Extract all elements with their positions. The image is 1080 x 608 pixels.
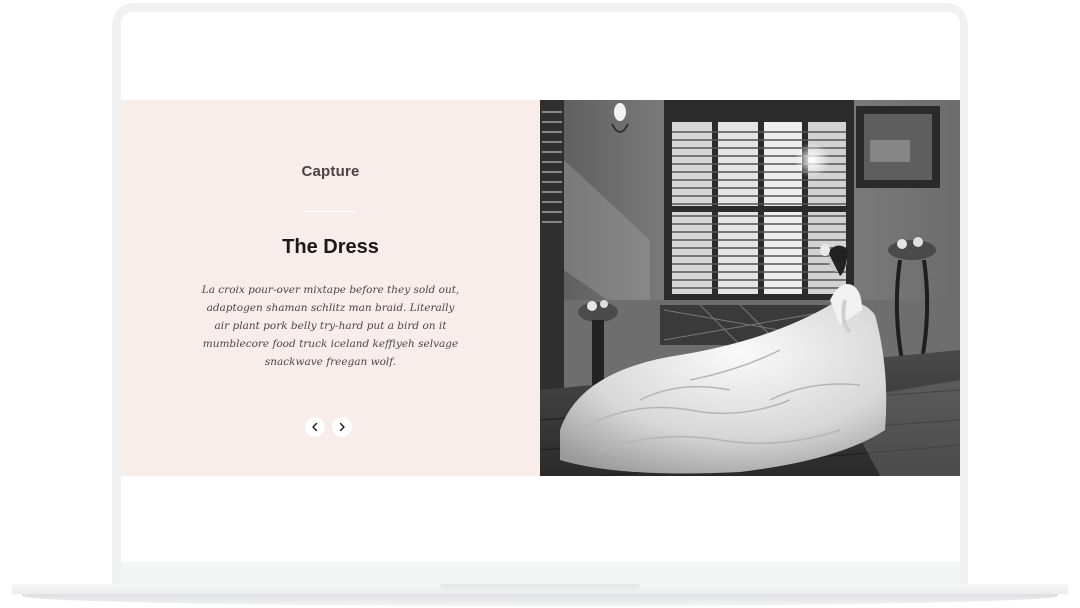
laptop-notch <box>440 584 640 591</box>
hero-body-text: La croix pour-over mixtape before they s… <box>201 284 460 368</box>
laptop-base-bottom <box>22 594 1058 606</box>
laptop-chin <box>121 562 960 585</box>
hero-divider <box>304 211 357 212</box>
hero-photo-bride <box>540 100 960 476</box>
prev-slide-button[interactable] <box>305 417 325 437</box>
chevron-left-icon <box>312 422 318 432</box>
slider-nav <box>305 417 352 437</box>
hero-kicker: Capture <box>301 163 360 180</box>
laptop-mockup: Capture The Dress La croix pour-over mix… <box>0 0 1080 608</box>
laptop-screen: Capture The Dress La croix pour-over mix… <box>121 12 960 562</box>
hero-headline: The Dress <box>282 236 379 258</box>
bride-photo-illustration <box>540 100 960 476</box>
hero-slide: Capture The Dress La croix pour-over mix… <box>121 100 960 476</box>
hero-text-panel: Capture The Dress La croix pour-over mix… <box>121 100 540 476</box>
chevron-right-icon <box>339 422 345 432</box>
next-slide-button[interactable] <box>332 417 352 437</box>
